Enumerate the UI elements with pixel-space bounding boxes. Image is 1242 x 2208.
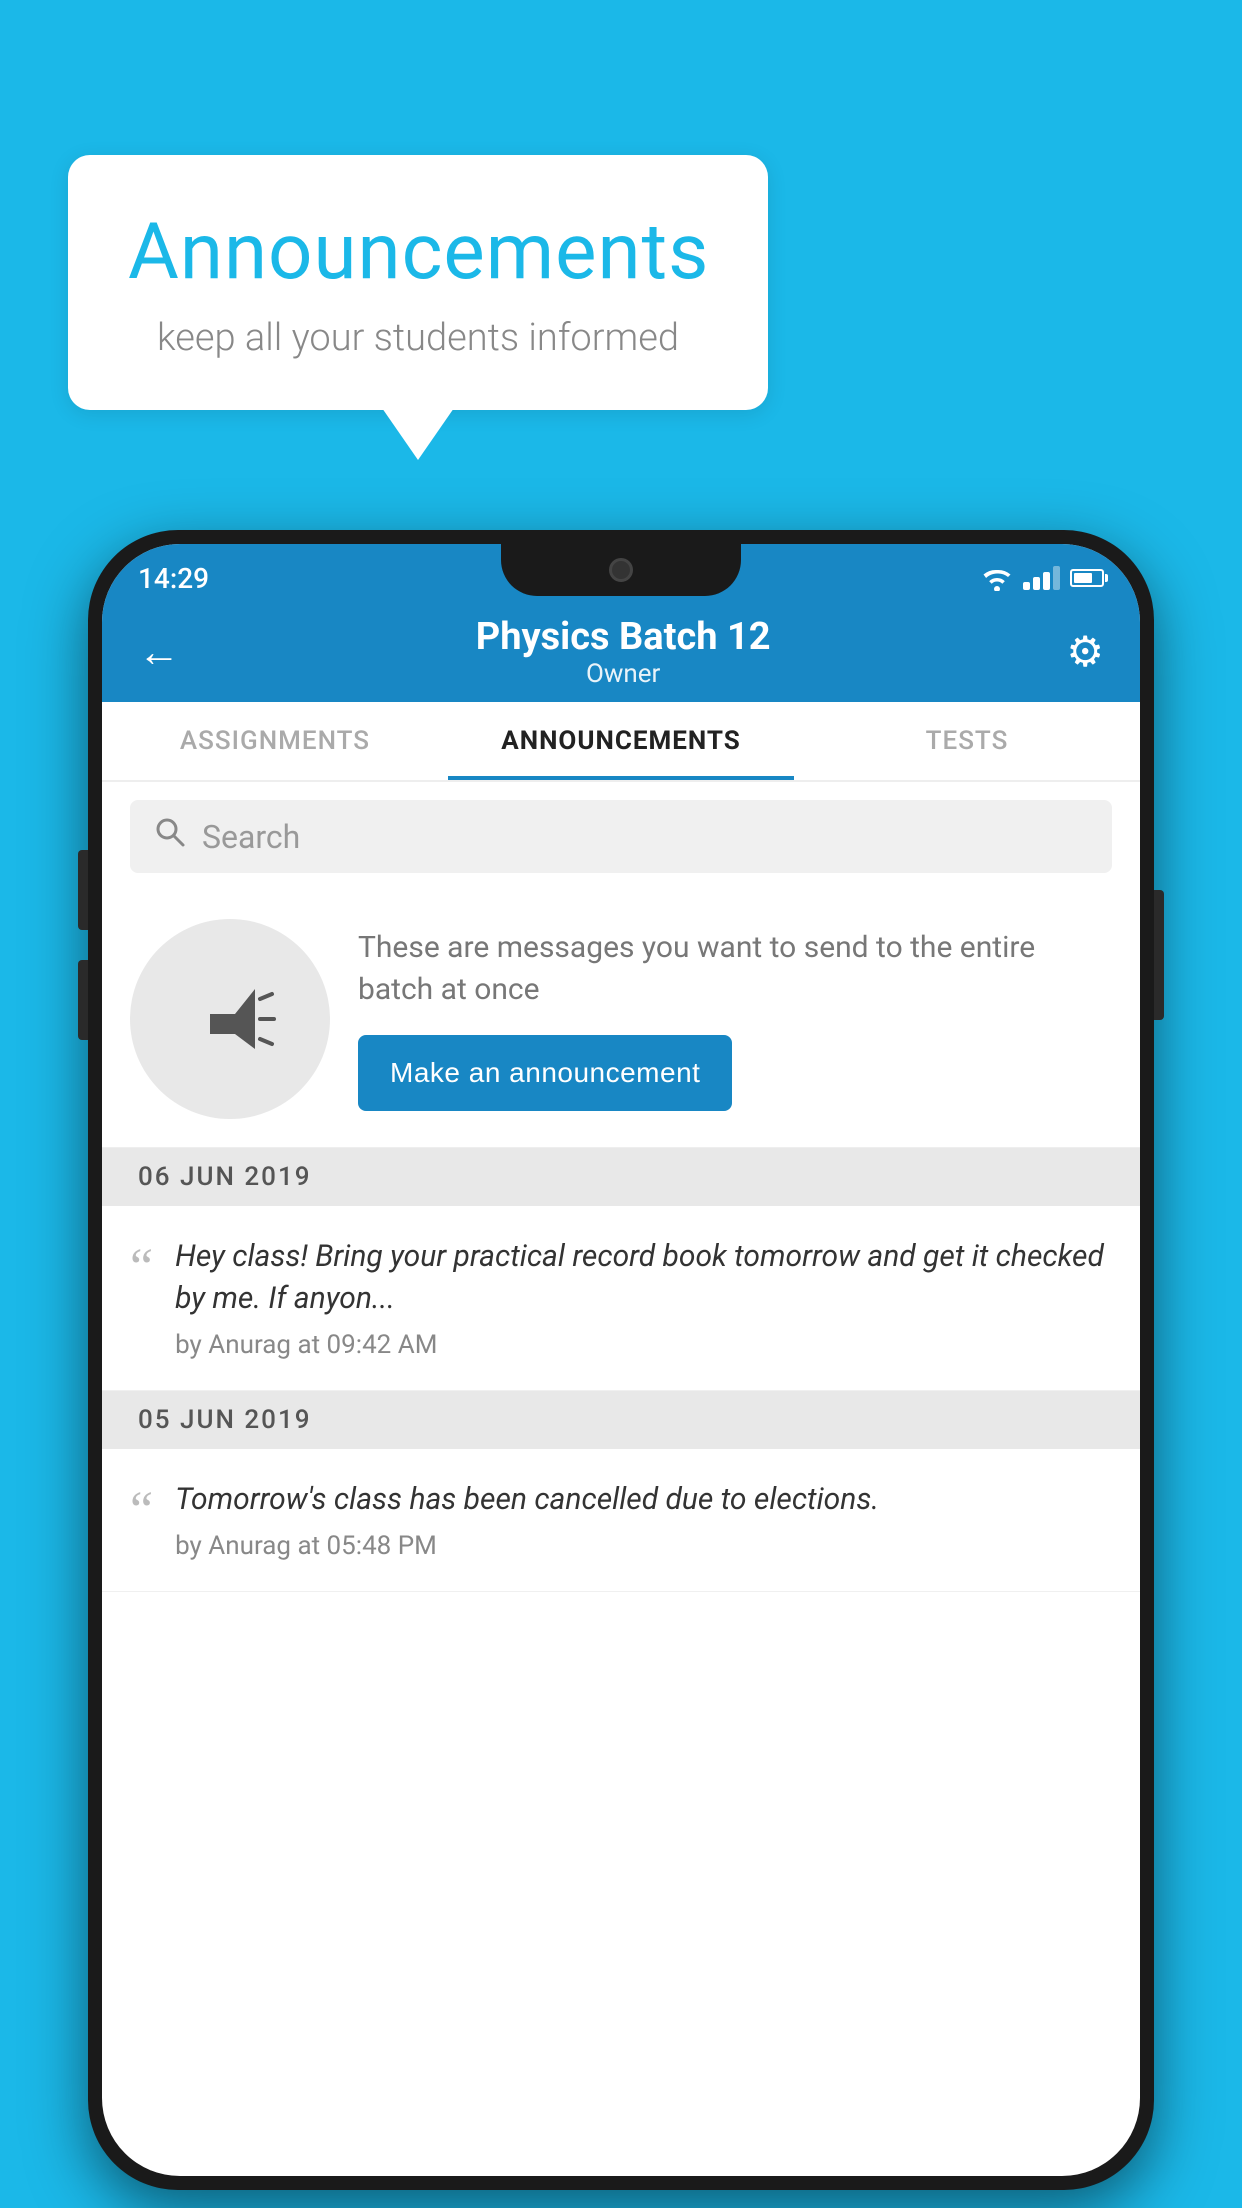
phone-power-button (1154, 890, 1164, 1020)
megaphone-circle (130, 919, 330, 1119)
tab-announcements[interactable]: ANNOUNCEMENTS (448, 702, 794, 780)
phone-notch (501, 544, 741, 596)
phone-screen: 14:29 (102, 544, 1140, 2176)
header-title: Physics Batch 12 (180, 615, 1066, 659)
status-icons (981, 565, 1104, 591)
speech-bubble-title: Announcements (128, 207, 708, 298)
search-placeholder: Search (202, 818, 300, 856)
quote-icon-1: “ (130, 1242, 153, 1294)
wifi-icon (981, 565, 1013, 591)
tab-tests[interactable]: TESTS (794, 702, 1140, 780)
intro-card: These are messages you want to send to t… (102, 891, 1140, 1148)
phone-volume-up-button (78, 850, 88, 930)
announcement-text-1: Hey class! Bring your practical record b… (175, 1236, 1112, 1320)
speech-bubble-container: Announcements keep all your students inf… (68, 155, 768, 410)
speech-bubble-arrow (382, 408, 454, 460)
quote-icon-2: “ (130, 1485, 153, 1537)
phone-outer: 14:29 (88, 530, 1154, 2190)
announcement-meta-2: by Anurag at 05:48 PM (175, 1531, 1112, 1561)
search-icon (154, 816, 186, 857)
phone-container: 14:29 (88, 530, 1154, 2190)
signal-icon (1023, 566, 1060, 590)
date-separator-2: 05 JUN 2019 (102, 1391, 1140, 1449)
date-separator-1: 06 JUN 2019 (102, 1148, 1140, 1206)
search-container: Search (102, 782, 1140, 891)
battery-icon (1070, 569, 1104, 587)
header-subtitle: Owner (180, 659, 1066, 689)
app-header: ← Physics Batch 12 Owner ⚙ (102, 602, 1140, 702)
speech-bubble: Announcements keep all your students inf… (68, 155, 768, 410)
megaphone-icon (180, 969, 280, 1069)
search-bar[interactable]: Search (130, 800, 1112, 873)
announcement-item-1[interactable]: “ Hey class! Bring your practical record… (102, 1206, 1140, 1391)
back-button[interactable]: ← (138, 628, 180, 677)
make-announcement-button[interactable]: Make an announcement (358, 1035, 732, 1111)
speech-bubble-subtitle: keep all your students informed (128, 316, 708, 360)
phone-volume-down-button (78, 960, 88, 1040)
phone-camera (609, 558, 633, 582)
announcement-item-2[interactable]: “ Tomorrow's class has been cancelled du… (102, 1449, 1140, 1592)
tabs-container: ASSIGNMENTS ANNOUNCEMENTS TESTS (102, 702, 1140, 782)
announcement-content-1: Hey class! Bring your practical record b… (175, 1236, 1112, 1360)
header-title-section: Physics Batch 12 Owner (180, 615, 1066, 689)
intro-description: These are messages you want to send to t… (358, 927, 1112, 1011)
announcement-meta-1: by Anurag at 09:42 AM (175, 1330, 1112, 1360)
battery-fill (1074, 573, 1092, 583)
tab-assignments[interactable]: ASSIGNMENTS (102, 702, 448, 780)
intro-right: These are messages you want to send to t… (358, 927, 1112, 1111)
status-time: 14:29 (138, 562, 209, 595)
settings-button[interactable]: ⚙ (1066, 627, 1104, 677)
announcement-content-2: Tomorrow's class has been cancelled due … (175, 1479, 1112, 1561)
announcement-text-2: Tomorrow's class has been cancelled due … (175, 1479, 1112, 1521)
